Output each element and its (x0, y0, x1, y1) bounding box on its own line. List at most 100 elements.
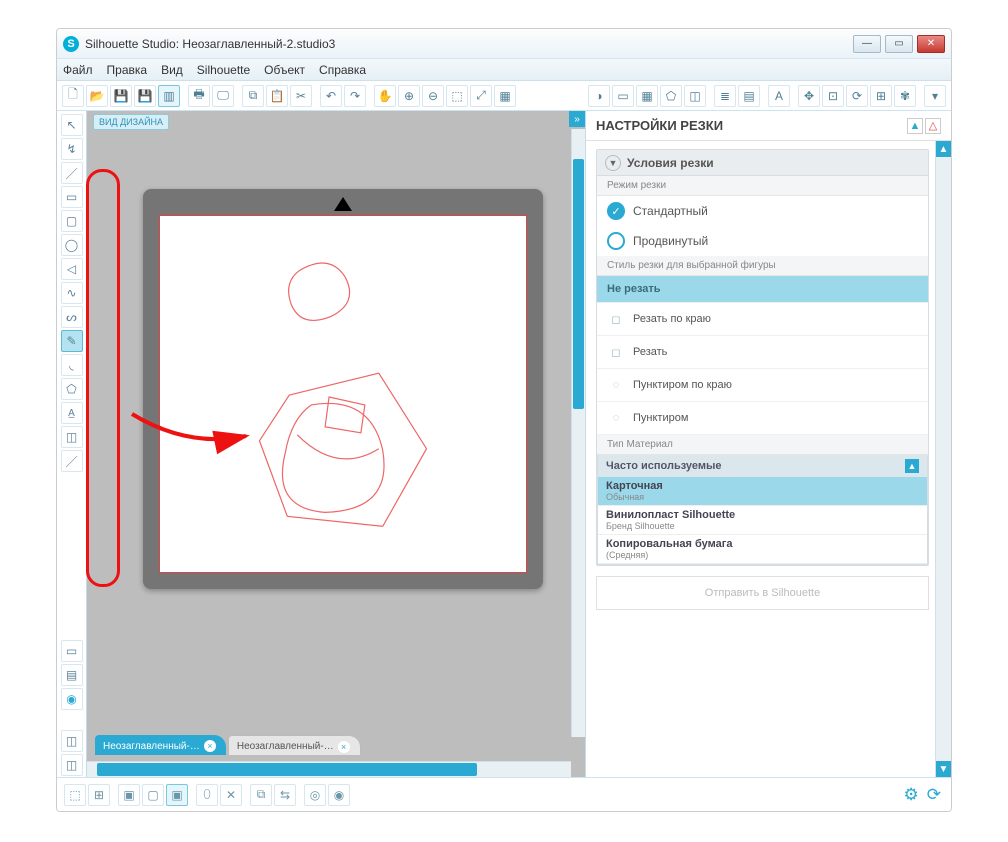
save2-icon[interactable]: 💾 (134, 85, 156, 107)
fill-icon[interactable]: ▤ (738, 85, 760, 107)
edit-points-tool-icon[interactable]: ↯ (61, 138, 83, 160)
close-button[interactable]: ✕ (917, 35, 945, 53)
zoomfill-icon[interactable]: ▦ (494, 85, 516, 107)
mode-standard[interactable]: Стандартный (597, 196, 928, 226)
canvas[interactable]: ВИД ДИЗАЙНА » (87, 111, 585, 777)
tab-2[interactable]: Неозаглавленный-…× (228, 735, 361, 755)
pan-icon[interactable]: ✋ (374, 85, 396, 107)
print-icon[interactable]: 🖶 (188, 85, 210, 107)
style-cut-edge[interactable]: ◻Резать по краю (597, 303, 928, 336)
tab-close-icon[interactable]: × (338, 741, 350, 753)
curve-tool-icon[interactable]: ∿ (61, 282, 83, 304)
roundrect-tool-icon[interactable]: ▢ (61, 210, 83, 232)
menu-object[interactable]: Объект (264, 63, 305, 77)
panel-up-icon[interactable]: ▲ (907, 118, 923, 134)
menu-help[interactable]: Справка (319, 63, 366, 77)
ungroup-icon[interactable]: ⊞ (88, 784, 110, 806)
mode-advanced[interactable]: Продвинутый (597, 226, 928, 256)
cut-icon[interactable]: ✂ (290, 85, 312, 107)
tab-1[interactable]: Неозаглавленный-…× (95, 735, 226, 755)
replicate-icon[interactable]: ⊞ (870, 85, 892, 107)
vertical-scrollbar[interactable] (571, 129, 585, 737)
zoomsel-icon[interactable]: ⬚ (446, 85, 468, 107)
prop-settings-icon[interactable]: ◫ (684, 85, 706, 107)
undo-icon[interactable]: ↶ (320, 85, 342, 107)
menu-silhouette[interactable]: Silhouette (197, 63, 250, 77)
refresh-icon[interactable]: ⟳ (927, 785, 941, 805)
prop-pixscan-icon[interactable]: ⬠ (660, 85, 682, 107)
nav-store-icon[interactable]: ◉ (61, 688, 83, 710)
material-card[interactable]: КарточнаяОбычная (598, 477, 927, 506)
style-cut[interactable]: ◻Резать (597, 336, 928, 369)
send-to-silhouette-button[interactable]: Отправить в Silhouette (596, 576, 929, 610)
rotate-icon[interactable]: ⟳ (846, 85, 868, 107)
device-icon[interactable]: 🖵 (212, 85, 234, 107)
modify-icon[interactable]: ✾ (894, 85, 916, 107)
chevron-down-icon[interactable]: ▼ (605, 155, 621, 171)
dup-icon[interactable]: ⧉ (250, 784, 272, 806)
text-tool-icon[interactable]: A̲ (61, 402, 83, 424)
freehand-tool-icon[interactable]: ᔕ (61, 306, 83, 328)
select-tool-icon[interactable]: ↖ (61, 114, 83, 136)
save-icon[interactable]: 💾 (110, 85, 132, 107)
arc-tool-icon[interactable]: ◟ (61, 354, 83, 376)
scroll-up-icon[interactable]: ▲ (905, 459, 919, 473)
zoomout-icon[interactable]: ⊖ (422, 85, 444, 107)
maximize-button[interactable]: ▭ (885, 35, 913, 53)
right-scrollbar[interactable]: ▲ ▼ (935, 141, 951, 777)
prop-reg-icon[interactable]: ▦ (636, 85, 658, 107)
order-icon[interactable]: ▣ (166, 784, 188, 806)
group-icon[interactable]: ⬚ (64, 784, 86, 806)
panel-warn-icon[interactable]: △ (925, 118, 941, 134)
copy-icon[interactable]: ⧉ (242, 85, 264, 107)
new-icon[interactable]: 🗋 (62, 85, 84, 107)
text-icon[interactable]: A (768, 85, 790, 107)
back-icon[interactable]: ▢ (142, 784, 164, 806)
minimize-button[interactable]: — (853, 35, 881, 53)
prop-grid-icon[interactable]: ▭ (612, 85, 634, 107)
scroll-up-icon[interactable]: ▲ (936, 141, 951, 157)
nav-library-icon[interactable]: ▤ (61, 664, 83, 686)
line-style-icon[interactable]: ≣ (714, 85, 736, 107)
paste-icon[interactable]: 📋 (266, 85, 288, 107)
nav-panel1-icon[interactable]: ◫ (61, 730, 83, 752)
scroll-down-icon[interactable]: ▼ (936, 761, 951, 777)
nav-page-icon[interactable]: ▭ (61, 640, 83, 662)
zoomfit-icon[interactable]: ⤢ (470, 85, 492, 107)
collapse-right-icon[interactable]: » (569, 111, 585, 127)
style-perf[interactable]: ◌Пунктиром (597, 402, 928, 435)
path-subtract-icon[interactable]: ✕ (220, 784, 242, 806)
nav-panel2-icon[interactable]: ◫ (61, 754, 83, 776)
target-icon[interactable]: ◉ (328, 784, 350, 806)
smooth-freehand-tool-icon[interactable]: ✎ (61, 330, 83, 352)
regular-polygon-tool-icon[interactable]: ⬠ (61, 378, 83, 400)
front-icon[interactable]: ▣ (118, 784, 140, 806)
horizontal-scrollbar[interactable] (87, 761, 571, 777)
tab-close-icon[interactable]: × (204, 740, 216, 752)
menu-file[interactable]: Файл (63, 63, 93, 77)
redo-icon[interactable]: ↷ (344, 85, 366, 107)
eraser-tool-icon[interactable]: ◫ (61, 426, 83, 448)
polygon-tool-icon[interactable]: ◁ (61, 258, 83, 280)
open-icon[interactable]: 📂 (86, 85, 108, 107)
library-icon[interactable]: ▥ (158, 85, 180, 107)
settings-gear-icon[interactable]: ⚙ (904, 785, 919, 805)
scale-icon[interactable]: ⊡ (822, 85, 844, 107)
knife-tool-icon[interactable]: ／ (61, 450, 83, 472)
align-icon[interactable]: ✥ (798, 85, 820, 107)
more-icon[interactable]: ▾ (924, 85, 946, 107)
style-perf-edge[interactable]: ◌Пунктиром по краю (597, 369, 928, 402)
menu-view[interactable]: Вид (161, 63, 183, 77)
style-no-cut[interactable]: Не резать (597, 276, 928, 303)
prop-page-icon[interactable]: ◑ (588, 85, 610, 107)
ellipse-tool-icon[interactable]: ◯ (61, 234, 83, 256)
zoomin-icon[interactable]: ⊕ (398, 85, 420, 107)
material-copy-paper[interactable]: Копировальная бумага(Средняя) (598, 535, 927, 564)
offset-icon[interactable]: ◎ (304, 784, 326, 806)
mirror-icon[interactable]: ⇆ (274, 784, 296, 806)
rect-tool-icon[interactable]: ▭ (61, 186, 83, 208)
line-tool-icon[interactable]: ／ (61, 162, 83, 184)
material-vinyl[interactable]: Винилопласт SilhouetteБренд Silhouette (598, 506, 927, 535)
menu-edit[interactable]: Правка (107, 63, 148, 77)
path-union-icon[interactable]: ⬯ (196, 784, 218, 806)
